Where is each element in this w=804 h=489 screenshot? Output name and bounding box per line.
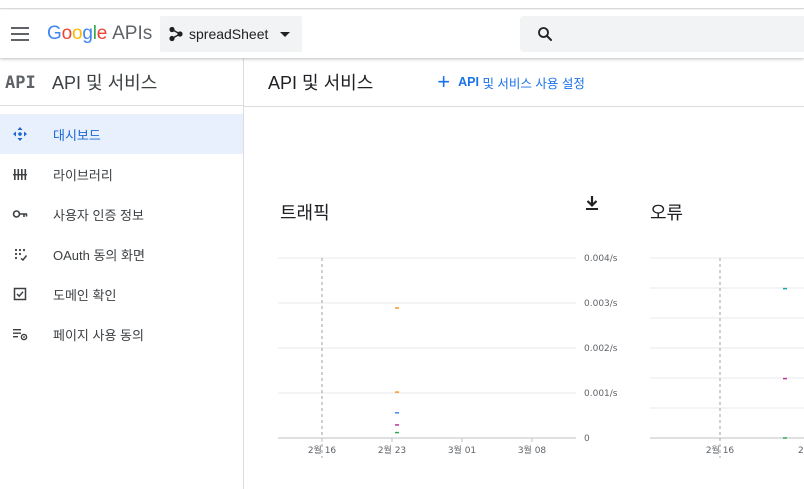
enable-button-label-rest: 및 서비스 사용 설정 bbox=[482, 76, 585, 91]
sidebar-title: API 및 서비스 bbox=[52, 72, 158, 93]
enable-apis-button[interactable]: + API 및 서비스 사용 설정 bbox=[437, 71, 585, 93]
page-title: API 및 서비스 bbox=[268, 73, 374, 93]
sidebar-item-label: OAuth 동의 화면 bbox=[53, 247, 145, 263]
x-tick-label: 3월 01 bbox=[448, 444, 476, 456]
hamburger-menu-icon[interactable] bbox=[10, 24, 30, 44]
sidebar-item-library[interactable]: 라이브러리 bbox=[0, 154, 243, 194]
sidebar-item-credentials[interactable]: 사용자 인증 정보 bbox=[0, 194, 243, 234]
traffic-card-title: 트래픽 bbox=[280, 203, 330, 223]
y-tick-label: 0.004/s bbox=[584, 254, 618, 264]
y-tick-label: 0.002/s bbox=[584, 344, 618, 354]
sidebar-item-dashboard[interactable]: 대시보드 bbox=[0, 114, 243, 154]
google-apis-logo[interactable]: Google APIs bbox=[47, 20, 152, 48]
download-icon[interactable] bbox=[583, 194, 601, 212]
library-icon bbox=[13, 169, 27, 180]
sidebar-item-label: 도메인 확인 bbox=[53, 287, 117, 303]
top-bar: Google APIs spreadSheet bbox=[0, 10, 804, 58]
api-badge-icon: API bbox=[5, 73, 36, 92]
project-name: spreadSheet bbox=[189, 26, 269, 42]
sidebar-item-page-usage-agreement[interactable]: 페이지 사용 동의 bbox=[0, 314, 243, 354]
search-input[interactable] bbox=[564, 19, 794, 49]
x-tick-label: 2월 16 bbox=[308, 444, 337, 456]
key-icon bbox=[12, 210, 28, 218]
dashboard-icon bbox=[13, 127, 27, 141]
sidebar-item-domain-verification[interactable]: 도메인 확인 bbox=[0, 274, 243, 314]
errors-chart: 2월 16 2 bbox=[650, 257, 804, 458]
search-icon bbox=[538, 27, 552, 41]
search-box[interactable] bbox=[520, 16, 804, 52]
sidebar-item-label: 대시보드 bbox=[53, 127, 101, 143]
api-badge-text: API bbox=[5, 73, 36, 92]
sidebar-header: API API 및 서비스 bbox=[0, 58, 243, 106]
sidebar-item-label: 페이지 사용 동의 bbox=[53, 327, 144, 343]
x-tick-label: 2월 16 bbox=[706, 444, 735, 456]
y-tick-label: 0 bbox=[584, 434, 590, 444]
top-strip bbox=[0, 0, 804, 9]
main-header: API 및 서비스 + API 및 서비스 사용 설정 bbox=[244, 58, 804, 107]
sidebar-item-label: 라이브러리 bbox=[53, 167, 113, 183]
enable-button-label-api: API bbox=[458, 75, 479, 89]
sidebar-item-oauth-consent[interactable]: OAuth 동의 화면 bbox=[0, 234, 243, 274]
traffic-chart: 0.004/s 0.003/s 0.002/s 0.001/s 0 2월 16 2월 23 3… bbox=[278, 254, 618, 458]
errors-card-title: 오류 bbox=[650, 203, 684, 223]
y-tick-label: 0.001/s bbox=[584, 389, 618, 399]
oauth-consent-icon bbox=[14, 248, 28, 262]
main-content: API 및 서비스 + API 및 서비스 사용 설정 트래픽 오류 0.004… bbox=[244, 58, 804, 489]
settings-list-icon bbox=[13, 329, 28, 341]
project-hierarchy-icon bbox=[169, 26, 183, 42]
x-tick-label: 2월 23 bbox=[378, 444, 406, 456]
x-tick-label: 3월 08 bbox=[518, 444, 547, 456]
sidebar: API API 및 서비스 대시보드 라이브러리 사용자 인증 정보 OAuth… bbox=[0, 58, 244, 489]
chevron-down-icon bbox=[280, 31, 291, 37]
x-tick-label: 2 bbox=[798, 446, 804, 456]
plus-icon: + bbox=[437, 69, 451, 94]
sidebar-nav: 대시보드 라이브러리 사용자 인증 정보 OAuth 동의 화면 도메인 확인 … bbox=[0, 114, 243, 354]
sidebar-item-label: 사용자 인증 정보 bbox=[53, 207, 144, 223]
apis-wordmark: APIs bbox=[112, 23, 153, 44]
checkbox-icon bbox=[13, 287, 27, 301]
project-selector[interactable]: spreadSheet bbox=[160, 16, 303, 52]
google-wordmark: Google bbox=[47, 23, 108, 44]
y-tick-label: 0.003/s bbox=[584, 299, 618, 309]
